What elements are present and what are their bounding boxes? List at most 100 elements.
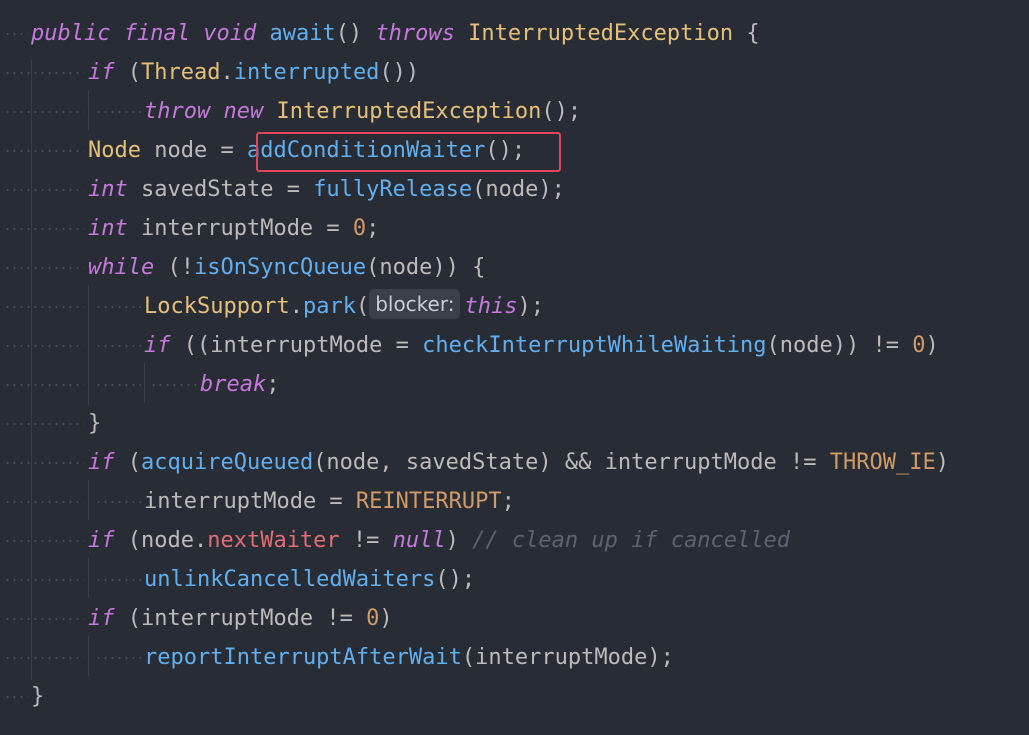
paren: ) xyxy=(379,606,393,631)
call-args: (node); xyxy=(472,177,565,202)
constant-reinterrupt[interactable]: REINTERRUPT xyxy=(356,489,502,514)
highlight-box xyxy=(256,132,561,172)
whitespace-dots xyxy=(95,384,141,386)
code-line-6[interactable]: int interruptMode = 0; xyxy=(0,209,379,248)
keyword-public: public xyxy=(31,21,111,46)
open-brace: { xyxy=(746,21,760,46)
code-line-9[interactable]: if ((interruptMode = checkInterruptWhile… xyxy=(0,326,939,365)
paren: ) xyxy=(445,528,473,553)
keyword-throws: throws xyxy=(375,21,455,46)
whitespace-dots xyxy=(4,696,28,698)
assignment: interruptMode = xyxy=(127,216,353,241)
parameter-hint: blocker: xyxy=(369,289,461,319)
method-is-on-sync-queue[interactable]: isOnSyncQueue xyxy=(194,255,366,280)
code-line-2[interactable]: if (Thread.interrupted()) xyxy=(0,53,419,92)
paren: ( xyxy=(355,294,370,319)
type-node[interactable]: Node xyxy=(88,138,141,163)
method-name[interactable]: await xyxy=(269,21,335,46)
code-line-12[interactable]: if (acquireQueued(node, savedState) && i… xyxy=(0,443,949,482)
close-brace: } xyxy=(88,411,102,436)
class-thread[interactable]: Thread xyxy=(141,60,220,85)
semicolon: ; xyxy=(501,489,515,514)
code-line-16[interactable]: if (interruptMode != 0) xyxy=(0,599,393,638)
whitespace-dots xyxy=(4,228,84,230)
indent-guide xyxy=(88,480,89,520)
method-report-interrupt-after-wait[interactable]: reportInterruptAfterWait xyxy=(144,645,462,670)
exception-type[interactable]: InterruptedException xyxy=(468,21,733,46)
keyword-if: if xyxy=(88,528,115,553)
whitespace-dots xyxy=(4,345,84,347)
parens: () xyxy=(335,21,363,46)
whitespace-dots xyxy=(95,111,141,113)
code-line-15[interactable]: unlinkCancelledWaiters(); xyxy=(0,560,475,599)
code-line-5[interactable]: int savedState = fullyRelease(node); xyxy=(0,170,565,209)
operator: != xyxy=(339,528,393,553)
field-next-waiter[interactable]: nextWaiter xyxy=(207,528,339,553)
whitespace-dots xyxy=(4,111,84,113)
method-interrupted[interactable]: interrupted xyxy=(234,60,380,85)
indent-guide xyxy=(88,558,89,598)
paren: ) xyxy=(935,450,949,475)
dot: . xyxy=(289,294,303,319)
paren: ()) xyxy=(379,60,420,85)
number-literal: 0 xyxy=(912,333,926,358)
code-line-3[interactable]: throw new InterruptedException(); xyxy=(0,92,581,131)
whitespace-dots xyxy=(4,306,84,308)
code-comment: // clean up if cancelled xyxy=(472,528,791,553)
code-line-10[interactable]: break; xyxy=(0,365,279,404)
keyword-if: if xyxy=(88,450,115,475)
number-literal: 0 xyxy=(366,606,380,631)
paren: ) xyxy=(925,333,939,358)
whitespace-dots xyxy=(95,306,141,308)
whitespace-dots xyxy=(95,579,141,581)
paren: ( xyxy=(127,60,141,85)
method-unlink-cancelled-waiters[interactable]: unlinkCancelledWaiters xyxy=(144,567,435,592)
type-int: int xyxy=(88,216,128,241)
call-args: (interruptMode); xyxy=(461,645,674,670)
method-check-interrupt-while-waiting[interactable]: checkInterruptWhileWaiting xyxy=(422,333,766,358)
code-line-18[interactable]: } xyxy=(0,677,53,716)
code-line-17[interactable]: reportInterruptAfterWait(interruptMode); xyxy=(0,638,674,677)
whitespace-dots xyxy=(4,579,84,581)
code-line-11[interactable]: } xyxy=(0,404,101,443)
code-line-13[interactable]: interruptMode = REINTERRUPT; xyxy=(0,482,515,521)
code-line-4[interactable]: Node node = addConditionWaiter(); xyxy=(0,131,525,170)
method-acquire-queued[interactable]: acquireQueued xyxy=(141,450,313,475)
assignment: savedState = xyxy=(127,177,314,202)
whitespace-dots xyxy=(4,267,84,269)
call-end: (); xyxy=(435,567,476,592)
assignment: interruptMode = xyxy=(144,489,356,514)
exception-type[interactable]: InterruptedException xyxy=(276,99,541,124)
keyword-if: if xyxy=(88,60,115,85)
whitespace-dots xyxy=(95,345,141,347)
paren: (interruptMode != xyxy=(114,606,367,631)
keyword-if: if xyxy=(144,333,171,358)
call-end: ); xyxy=(517,294,544,319)
constant-throw-ie[interactable]: THROW_IE xyxy=(830,450,936,475)
whitespace-dots xyxy=(4,150,84,152)
class-lock-support[interactable]: LockSupport xyxy=(144,294,290,319)
whitespace-dots xyxy=(4,501,84,503)
method-park[interactable]: park xyxy=(303,294,356,319)
semicolon: ; xyxy=(266,372,280,397)
paren: (! xyxy=(154,255,194,280)
whitespace-dots xyxy=(4,189,84,191)
number-literal: 0 xyxy=(352,216,367,241)
whitespace-dots xyxy=(4,384,84,386)
call-args: (node)) { xyxy=(366,255,486,280)
assignment: node = xyxy=(140,138,247,163)
whitespace-dots xyxy=(4,540,84,542)
call-end: (); xyxy=(541,99,582,124)
indent-guide xyxy=(88,285,89,405)
indent-guide xyxy=(88,90,89,130)
whitespace-dots xyxy=(150,384,196,386)
code-line-8[interactable]: LockSupport.park(blocker: this); xyxy=(0,287,544,326)
code-line-14[interactable]: if (node.nextWaiter != null) // clean up… xyxy=(0,521,790,560)
code-line-1[interactable]: public final void await() throws Interru… xyxy=(0,14,760,53)
whitespace-dots xyxy=(4,72,84,74)
keyword-if: if xyxy=(88,606,115,631)
keyword-final: final xyxy=(123,21,190,46)
code-editor[interactable]: public final void await() throws Interru… xyxy=(0,0,1029,735)
method-fully-release[interactable]: fullyRelease xyxy=(313,177,472,202)
code-line-7[interactable]: while (!isOnSyncQueue(node)) { xyxy=(0,248,485,287)
